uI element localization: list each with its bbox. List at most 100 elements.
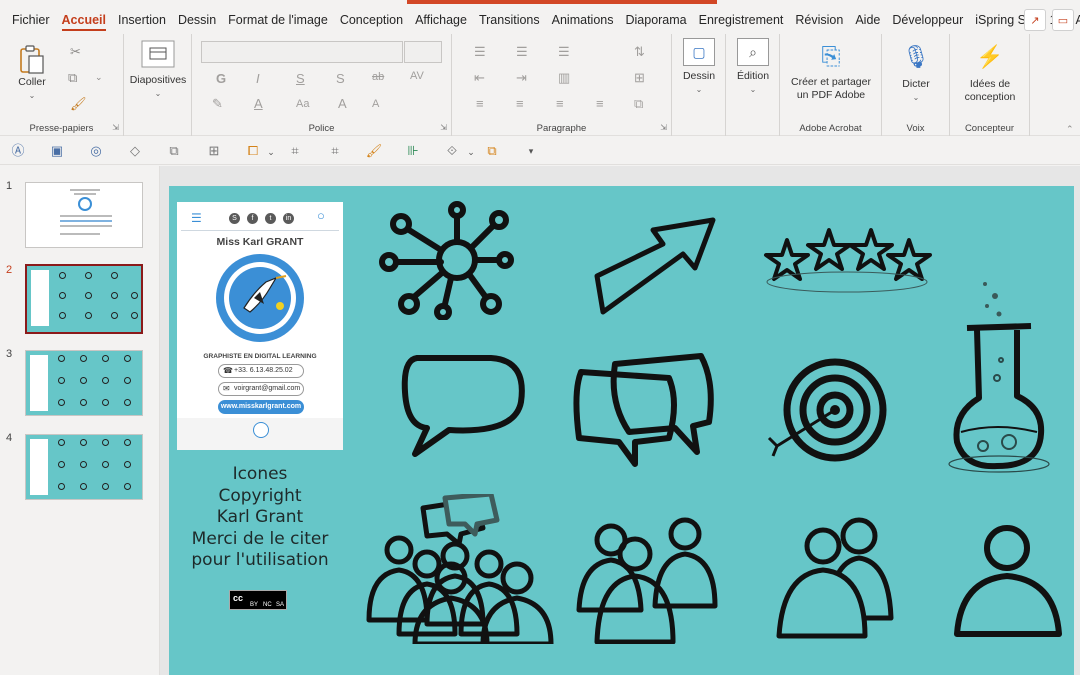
- group-objects-icon[interactable]: ⊞: [205, 142, 223, 160]
- phone-icon: ☎: [223, 366, 233, 375]
- copyright-line: pour l'utilisation: [191, 550, 329, 570]
- tab-affichage[interactable]: Affichage: [409, 6, 473, 34]
- font-name-combobox[interactable]: [201, 41, 403, 63]
- tab-diaporama[interactable]: Diaporama: [619, 6, 692, 34]
- numbering-icon[interactable]: ☰: [516, 44, 528, 60]
- slide-thumbnail-1[interactable]: [25, 182, 143, 248]
- dictate-button[interactable]: 🎙 Dicter ⌄: [888, 42, 944, 104]
- align-icon[interactable]: ⊪: [404, 142, 422, 160]
- slide-thumbnail-3[interactable]: [25, 350, 143, 416]
- business-card[interactable]: ☰ S f t in ○ Miss Karl GRANT GRAPHISTE E…: [177, 202, 343, 450]
- tab-animations[interactable]: Animations: [546, 6, 620, 34]
- network-icon: [379, 201, 514, 320]
- picture-icon[interactable]: ▣: [48, 142, 66, 160]
- format-painter-icon[interactable]: 🖌: [70, 96, 87, 112]
- customize-toolbar-icon[interactable]: ▾: [522, 142, 540, 160]
- copyright-line: Karl Grant: [216, 507, 304, 527]
- tab-aide[interactable]: Aide: [849, 6, 886, 34]
- align-text-icon[interactable]: ⊞: [634, 70, 645, 86]
- slide-thumbnail-2[interactable]: [25, 264, 143, 334]
- highlight-icon[interactable]: ✎: [212, 96, 223, 112]
- slide-thumbnail-4[interactable]: [25, 434, 143, 500]
- bullets-icon[interactable]: ☰: [474, 44, 486, 60]
- editing-label: Édition: [736, 70, 770, 82]
- format-painter-icon[interactable]: 🖌: [365, 142, 383, 160]
- align-right-icon[interactable]: ≡: [556, 96, 564, 111]
- strikethrough-button[interactable]: ab: [372, 71, 384, 83]
- text-direction-icon[interactable]: ⇅: [634, 44, 645, 60]
- shadow-button[interactable]: S: [336, 71, 345, 86]
- tab-enregistrement[interactable]: Enregistrement: [693, 6, 790, 34]
- paste-button[interactable]: Coller ⌄: [12, 44, 52, 102]
- shapes-icon[interactable]: ◎: [87, 142, 105, 160]
- dialog-launcher-icon[interactable]: ⇲: [440, 123, 447, 132]
- thumb-card: [31, 270, 49, 326]
- create-pdf-button[interactable]: ⎘ Créer et partager un PDF Adobe: [784, 42, 878, 102]
- paste-icon: [20, 45, 44, 74]
- underline-button[interactable]: S: [296, 71, 305, 86]
- group-discussion-icon: [366, 494, 554, 644]
- italic-button[interactable]: I: [256, 71, 260, 86]
- line-spacing-icon[interactable]: ☰: [558, 44, 570, 60]
- design-ideas-button[interactable]: ⚡ Idées de conception: [954, 42, 1026, 104]
- tab-conception[interactable]: Conception: [334, 6, 409, 34]
- grow-font-button[interactable]: A: [338, 96, 347, 111]
- thumb-icon: [80, 377, 87, 384]
- chevron-down-icon[interactable]: ⌄: [262, 143, 280, 161]
- tab-insertion[interactable]: Insertion: [112, 6, 172, 34]
- facebook-icon: f: [247, 213, 258, 224]
- crop-icon[interactable]: ⌗: [286, 142, 304, 160]
- thumbnail-number: 3: [6, 348, 13, 360]
- align-center-icon[interactable]: ≡: [516, 96, 524, 111]
- align-left-icon[interactable]: ≡: [476, 96, 484, 111]
- chevron-down-icon[interactable]: ⌄: [462, 143, 480, 161]
- share-icon[interactable]: ↗: [1024, 9, 1046, 31]
- collapse-ribbon-icon[interactable]: ⌃: [1066, 124, 1074, 135]
- textbox-icon[interactable]: Ⓐ: [9, 142, 27, 160]
- duplicate-icon[interactable]: ⧉: [165, 142, 183, 160]
- copy-icon[interactable]: ⧉: [68, 70, 77, 86]
- phone-pill[interactable]: ☎ +33. 6.13.48.25.02: [218, 364, 304, 378]
- email-pill[interactable]: ✉ voirgrant@gmail.com: [218, 382, 304, 396]
- tab-dessin[interactable]: Dessin: [172, 6, 222, 34]
- columns-icon[interactable]: ▥: [558, 70, 570, 86]
- editing-button[interactable]: ⌕ Édition ⌄: [734, 38, 772, 96]
- bold-button[interactable]: G: [216, 71, 226, 86]
- menu-icon: ☰: [191, 211, 202, 225]
- tab-format-image[interactable]: Format de l'image: [222, 6, 334, 34]
- tab-revision[interactable]: Révision: [789, 6, 849, 34]
- speech-bubble-icon: [401, 355, 525, 457]
- increase-indent-icon[interactable]: ⇥: [516, 70, 527, 86]
- slides-button[interactable]: Diapositives ⌄: [128, 40, 188, 100]
- comments-icon[interactable]: ▭: [1052, 9, 1074, 31]
- change-case-button[interactable]: Aa: [296, 98, 309, 110]
- selection-icon[interactable]: ⌗: [326, 142, 344, 160]
- tab-fichier[interactable]: Fichier: [6, 6, 56, 34]
- arrow-up-right-icon: [594, 217, 716, 315]
- font-color-icon[interactable]: A: [254, 96, 263, 111]
- smartart-icon[interactable]: ⧉: [634, 96, 643, 112]
- dialog-launcher-icon[interactable]: ⇲: [660, 123, 667, 132]
- tab-developpeur[interactable]: Développeur: [886, 6, 969, 34]
- decrease-indent-icon[interactable]: ⇤: [474, 70, 485, 86]
- tab-accueil[interactable]: Accueil: [56, 6, 112, 34]
- drawing-button[interactable]: ▢ Dessin ⌄: [680, 38, 718, 96]
- website-link[interactable]: www.misskarlgrant.com: [218, 400, 304, 414]
- current-slide[interactable]: ☰ S f t in ○ Miss Karl GRANT GRAPHISTE E…: [169, 186, 1074, 675]
- replace-image-icon[interactable]: ⧉: [483, 142, 501, 160]
- cut-icon[interactable]: ✂: [70, 44, 81, 60]
- group-label-clipboard: Presse-papiers: [29, 123, 94, 134]
- character-spacing-button[interactable]: AV: [410, 70, 424, 82]
- tab-transitions[interactable]: Transitions: [473, 6, 546, 34]
- shrink-font-button[interactable]: A: [372, 98, 379, 110]
- recolor-icon[interactable]: ⟐: [443, 142, 461, 160]
- arrange-icon[interactable]: ⧠: [244, 142, 262, 160]
- eraser-icon[interactable]: ◇: [126, 142, 144, 160]
- thumb-icon: [102, 439, 109, 446]
- dialog-launcher-icon[interactable]: ⇲: [112, 123, 119, 132]
- font-size-combobox[interactable]: [404, 41, 442, 63]
- lightning-icon: ⚡: [976, 44, 1004, 69]
- create-pdf-label-1: Créer et partager: [791, 76, 871, 88]
- justify-icon[interactable]: ≡: [596, 96, 604, 111]
- chevron-down-icon[interactable]: ⌄: [95, 72, 103, 83]
